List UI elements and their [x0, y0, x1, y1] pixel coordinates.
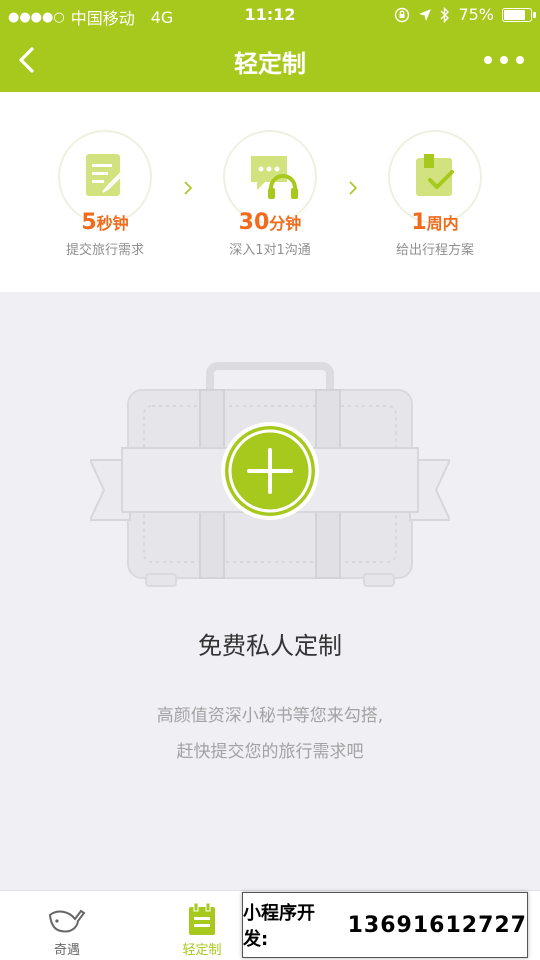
battery-percent: 75%	[458, 5, 494, 24]
edit-document-icon	[86, 154, 129, 196]
page-title: 轻定制	[234, 50, 306, 78]
step-desc: 提交旅行需求	[65, 243, 144, 258]
step-metric: 5秒钟	[30, 210, 180, 235]
tab-label: 奇遇	[53, 943, 80, 958]
step-desc: 给出行程方案	[395, 243, 474, 258]
step-unit: 秒钟	[96, 214, 129, 233]
step-metric: 30分钟	[195, 210, 345, 235]
promo-phone: 13691612727	[347, 912, 527, 938]
step-plan: 1周内 给出行程方案	[360, 130, 510, 258]
plan-check-icon	[416, 154, 454, 196]
main-title: 免费私人定制	[198, 632, 342, 660]
orientation-lock-icon	[395, 7, 410, 22]
more-dots-icon[interactable]	[484, 48, 524, 72]
nav-bar: 轻定制	[0, 30, 540, 92]
calendar-icon	[189, 902, 215, 935]
steps-panel: 5秒钟 提交旅行需求 30分钟 深入1对1沟通 1周内 给出行程方案	[0, 92, 540, 292]
subtitle-line-2: 赶快提交您的旅行需求吧	[176, 742, 364, 762]
step-unit: 分钟	[269, 214, 302, 233]
step-value: 1	[411, 210, 427, 235]
subtitle-line-1: 高颜值资深小秘书等您来勾搭,	[156, 706, 384, 726]
step-unit: 周内	[426, 214, 459, 233]
step-communicate: 30分钟 深入1对1沟通	[195, 130, 345, 258]
chat-headphones-icon	[251, 156, 298, 199]
promo-label: 小程序开发:	[243, 903, 315, 950]
promo-banner: 小程序开发: 13691612727	[242, 892, 528, 958]
chevron-right-icon	[349, 181, 358, 195]
step-desc: 深入1对1沟通	[229, 243, 311, 258]
main-subtitle: 高颜值资深小秘书等您来勾搭, 赶快提交您的旅行需求吧	[0, 698, 540, 770]
step-value: 5	[81, 210, 97, 235]
tab-qingdingzhi[interactable]: 轻定制	[152, 901, 252, 958]
tab-qiyu[interactable]: 奇遇	[17, 901, 117, 958]
top-bar: ●●●●○ 中国移动 4G 11:12 75% 轻定制	[0, 0, 540, 92]
whale-icon	[48, 909, 86, 933]
add-request-button[interactable]	[221, 422, 319, 520]
chevron-right-icon	[184, 181, 193, 195]
step-metric: 1周内	[360, 210, 510, 235]
plus-icon	[228, 429, 312, 513]
battery-fill	[504, 9, 525, 20]
status-bar: ●●●●○ 中国移动 4G 11:12 75%	[0, 0, 540, 30]
battery-icon	[502, 7, 536, 22]
step-value: 30	[238, 210, 270, 235]
tab-label: 轻定制	[182, 943, 222, 958]
step-submit: 5秒钟 提交旅行需求	[30, 130, 180, 258]
location-arrow-icon	[419, 8, 432, 21]
bluetooth-icon	[440, 6, 450, 23]
